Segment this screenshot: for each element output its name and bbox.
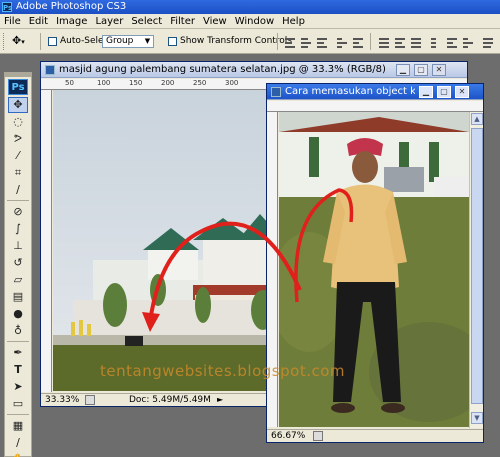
annotation-arrow	[142, 221, 302, 332]
arrow-path	[148, 221, 302, 323]
watermark-text: tentangwebsites.blogspot.com	[100, 362, 345, 380]
arrow-head-icon	[142, 312, 160, 332]
